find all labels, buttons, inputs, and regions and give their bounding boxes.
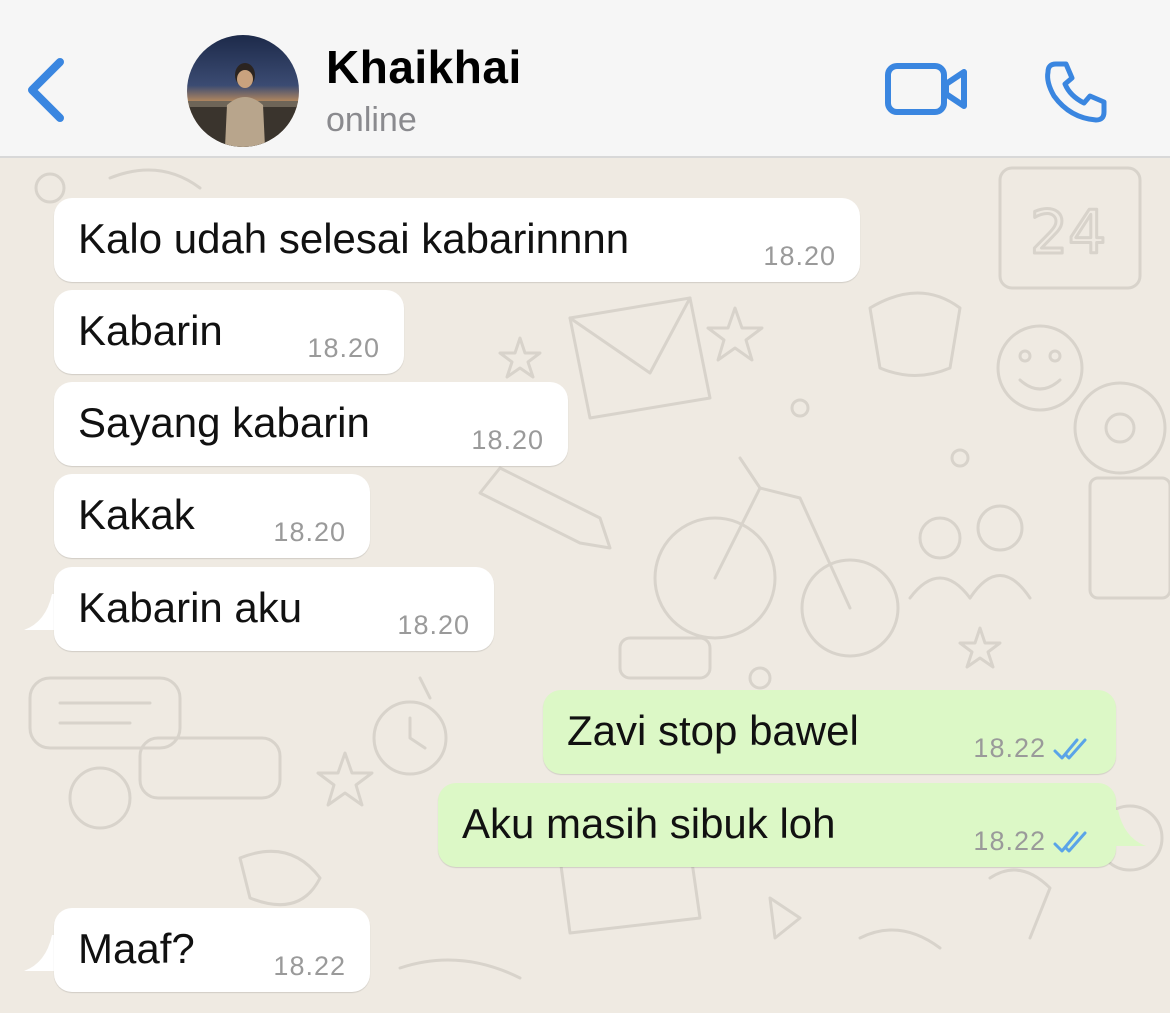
- contact-avatar[interactable]: [187, 35, 299, 147]
- chat-header: Khaikhai online: [0, 0, 1170, 158]
- message-timestamp: 18.20: [307, 333, 380, 363]
- chevron-left-icon: [28, 58, 64, 122]
- message-bubble-incoming[interactable]: Sayang kabarin 18.20: [54, 382, 568, 466]
- message-text: Kalo udah selesai kabarinnnn: [78, 215, 630, 262]
- message-text: Kabarin: [78, 307, 223, 354]
- message-text: Maaf?: [78, 925, 195, 972]
- svg-text:24: 24: [1030, 198, 1106, 268]
- voice-call-button[interactable]: [1042, 58, 1110, 126]
- message-text: Kakak: [78, 491, 195, 538]
- bubble-tail-icon: [1110, 810, 1146, 846]
- message-time: 18.20: [307, 333, 380, 364]
- message-timestamp: 18.22: [273, 951, 346, 981]
- back-button[interactable]: [20, 48, 76, 132]
- message-bubble-incoming[interactable]: Kakak 18.20: [54, 474, 370, 558]
- contact-name[interactable]: Khaikhai: [326, 40, 522, 94]
- message-bubble-outgoing[interactable]: Zavi stop bawel 18.22: [543, 690, 1116, 774]
- message-time: 18.20: [763, 241, 836, 272]
- message-time: 18.20: [397, 610, 470, 641]
- message-time: 18.22: [273, 951, 346, 982]
- message-timestamp: 18.20: [763, 241, 836, 271]
- avatar-photo: [187, 35, 299, 147]
- message-time: 18.20: [471, 425, 544, 456]
- message-timestamp: 18.22: [973, 826, 1046, 856]
- video-camera-icon: [885, 63, 967, 115]
- message-text: Zavi stop bawel: [567, 707, 859, 754]
- message-text: Kabarin aku: [78, 584, 303, 631]
- message-bubble-incoming[interactable]: Kalo udah selesai kabarinnnn 18.20: [54, 198, 860, 282]
- message-bubble-incoming[interactable]: Maaf? 18.22: [54, 908, 370, 992]
- message-bubble-outgoing[interactable]: Aku masih sibuk loh 18.22: [438, 783, 1116, 867]
- message-time: 18.22: [973, 826, 1092, 857]
- message-text: Sayang kabarin: [78, 399, 370, 446]
- message-bubble-incoming[interactable]: Kabarin 18.20: [54, 290, 404, 374]
- message-timestamp: 18.20: [471, 425, 544, 455]
- message-timestamp: 18.20: [273, 517, 346, 547]
- double-check-read-icon: [1053, 738, 1087, 759]
- message-text: Aku masih sibuk loh: [462, 800, 836, 847]
- message-timestamp: 18.22: [973, 733, 1046, 763]
- message-time: 18.22: [973, 733, 1092, 764]
- contact-status: online: [326, 101, 417, 139]
- double-check-read-icon: [1053, 831, 1087, 852]
- chat-area[interactable]: 24 Kalo udah selesai kabarinnnn 18.20 Ka…: [0, 158, 1170, 1013]
- message-time: 18.20: [273, 517, 346, 548]
- message-timestamp: 18.20: [397, 610, 470, 640]
- phone-icon: [1045, 61, 1107, 123]
- video-call-button[interactable]: [884, 60, 970, 118]
- message-bubble-incoming[interactable]: Kabarin aku 18.20: [54, 567, 494, 651]
